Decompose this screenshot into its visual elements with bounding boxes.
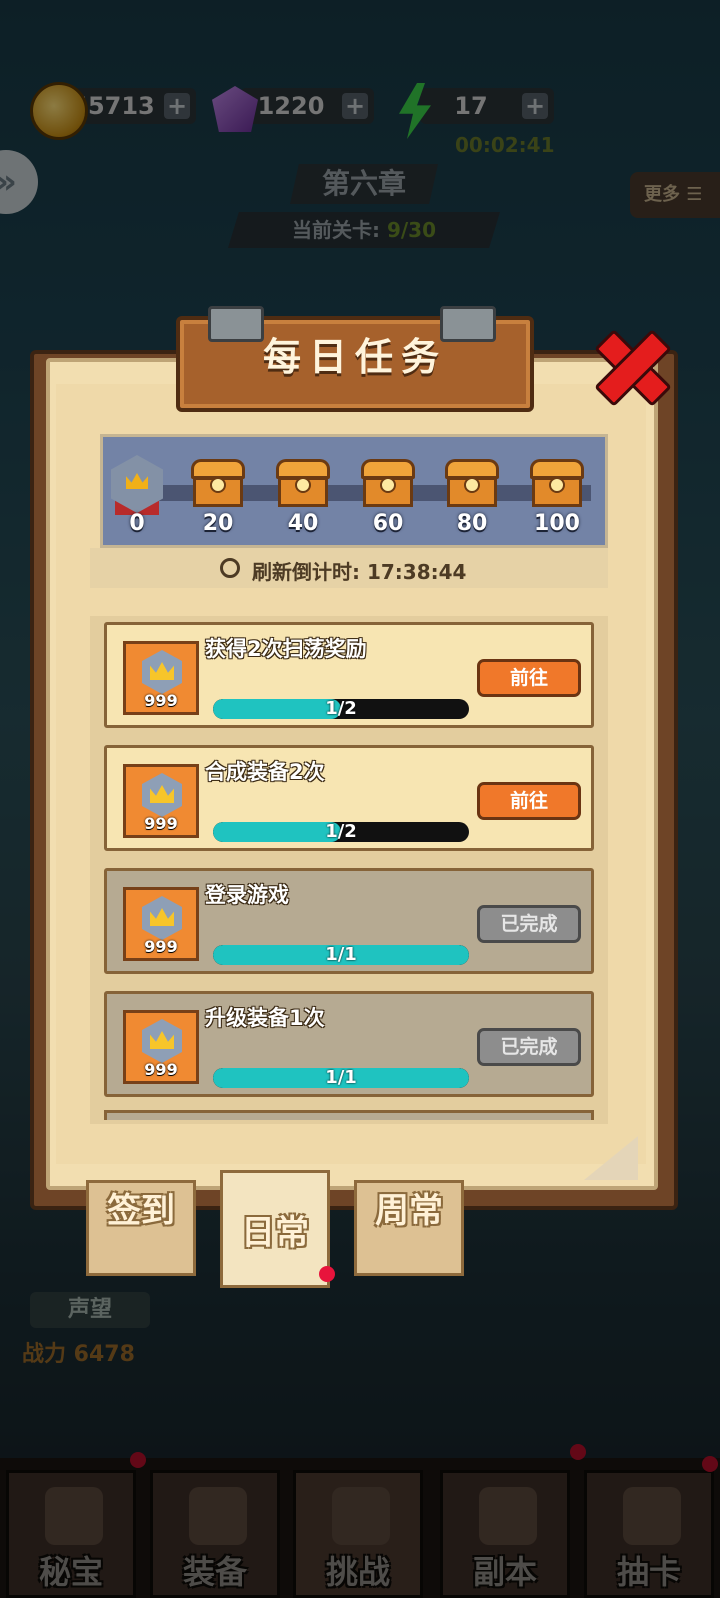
reward-icon: 999 bbox=[123, 641, 199, 715]
task-action-button[interactable]: 前往 bbox=[477, 659, 581, 697]
reward-chest-icon[interactable] bbox=[361, 459, 415, 507]
milestone-label: 40 bbox=[287, 511, 319, 536]
tab-daily[interactable]: 日常 bbox=[220, 1170, 330, 1288]
reward-quantity: 999 bbox=[144, 814, 178, 833]
refresh-label: 刷新倒计时: bbox=[252, 560, 360, 584]
task-row: 999 获得2次扫荡奖励 1/2 前往 bbox=[104, 622, 594, 728]
reward-chest-icon[interactable] bbox=[530, 459, 584, 507]
task-progress-text: 1/2 bbox=[325, 822, 357, 842]
task-progress-bar: 1/2 bbox=[213, 822, 469, 842]
task-title: 登录游戏 bbox=[205, 883, 289, 907]
milestone-label: 20 bbox=[202, 511, 234, 536]
task-row: 999 登录游戏 1/1 已完成 bbox=[104, 868, 594, 974]
reward-quantity: 999 bbox=[144, 1060, 178, 1079]
task-progress-text: 1/1 bbox=[325, 1068, 357, 1088]
task-action-button[interactable]: 已完成 bbox=[477, 1028, 581, 1066]
task-progress-text: 1/1 bbox=[325, 945, 357, 965]
reward-icon: 999 bbox=[123, 887, 199, 961]
task-action-button[interactable]: 前往 bbox=[477, 782, 581, 820]
tab-sign-in[interactable]: 签到 bbox=[86, 1180, 196, 1276]
dialog-title: 每日任务 bbox=[262, 335, 447, 379]
reward-icon: 999 bbox=[123, 1010, 199, 1084]
stopwatch-icon bbox=[220, 558, 240, 578]
task-title: 升级装备1次 bbox=[205, 1006, 325, 1030]
task-row: 999 升级装备1次 1/1 已完成 bbox=[104, 991, 594, 1097]
milestone-label: 100 bbox=[534, 511, 580, 536]
reward-chest-icon[interactable] bbox=[276, 459, 330, 507]
crown-icon bbox=[126, 473, 148, 489]
activity-reward-track: 0 20 40 60 80 100 bbox=[100, 434, 608, 548]
reward-quantity: 999 bbox=[144, 937, 178, 956]
notification-dot bbox=[319, 1266, 335, 1282]
milestone-label: 80 bbox=[456, 511, 488, 536]
tab-weekly[interactable]: 周常 bbox=[354, 1180, 464, 1276]
milestone-label: 60 bbox=[372, 511, 404, 536]
reward-quantity: 999 bbox=[144, 691, 178, 710]
task-action-button[interactable]: 已完成 bbox=[477, 905, 581, 943]
task-progress-bar: 1/1 bbox=[213, 1068, 469, 1088]
task-progress-bar: 1/1 bbox=[213, 945, 469, 965]
reward-chest-icon[interactable] bbox=[445, 459, 499, 507]
reward-chest-icon[interactable] bbox=[191, 459, 245, 507]
milestone-label: 0 bbox=[129, 511, 145, 536]
task-progress-bar: 1/2 bbox=[213, 699, 469, 719]
task-row-partial bbox=[104, 1110, 594, 1120]
task-row: 999 合成装备2次 1/2 前往 bbox=[104, 745, 594, 851]
reward-icon: 999 bbox=[123, 764, 199, 838]
task-progress-text: 1/2 bbox=[325, 699, 357, 719]
refresh-countdown: 刷新倒计时: 17:38:44 bbox=[252, 556, 466, 585]
task-title: 合成装备2次 bbox=[205, 760, 325, 784]
refresh-time: 17:38:44 bbox=[366, 560, 467, 584]
close-button[interactable] bbox=[584, 318, 674, 408]
task-title: 获得2次扫荡奖励 bbox=[205, 637, 367, 661]
